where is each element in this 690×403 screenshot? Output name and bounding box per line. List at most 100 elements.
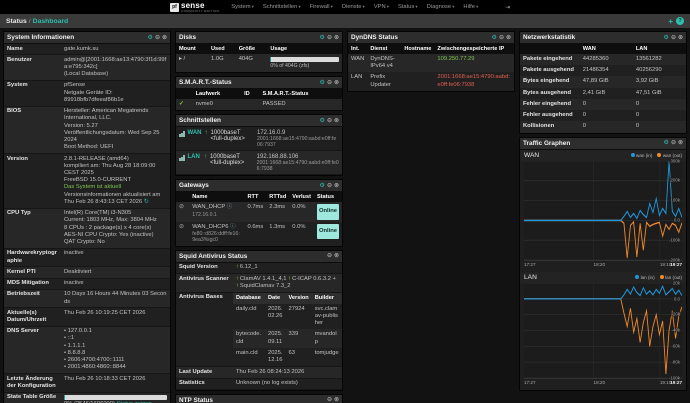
dashboard-content: System Informationen ⚙⊖⊗ Namegate.kumk.s… (0, 28, 690, 403)
panel-title: NTP Status (179, 397, 327, 403)
interface-name[interactable]: WAN (188, 130, 202, 136)
wrench-icon[interactable]: ⚙ (148, 35, 153, 41)
pfsense-logo[interactable]: pf sense COMMUNITY EDITION (170, 2, 219, 13)
series-out-dot (657, 153, 661, 157)
table-row: Bytes eingehend47,89 GiB3,92 GiB (520, 76, 686, 87)
table-row: DNS Server127.0.0.1::11.1.1.18.8.8.82606… (4, 327, 170, 374)
column-3: DynDNS Status ⚙⊖⊗ Int.DienstHostnameZwis… (347, 31, 515, 92)
table-row: State Table Größe0% (2546/1606000) Statu… (4, 393, 170, 403)
interface-row-lan: LAN ↑ 1000baseT <full-duplex> 192.168.88… (176, 151, 342, 175)
minimize-icon[interactable]: ⊖ (499, 35, 504, 41)
minimize-icon[interactable]: ⊖ (327, 183, 332, 189)
wrench-icon[interactable]: ⚙ (664, 35, 669, 41)
nav-item-label: Firewall (310, 4, 330, 10)
wrench-icon[interactable]: ⚙ (320, 80, 325, 86)
minimize-icon[interactable]: ⊖ (327, 118, 332, 124)
nav-item-label: System (231, 4, 250, 10)
close-icon[interactable]: ⊗ (506, 35, 511, 41)
wrench-icon[interactable]: ⚙ (320, 35, 325, 41)
table-row: Squid Version↑6.12_1 (176, 263, 342, 274)
minimize-icon[interactable]: ⊖ (671, 35, 676, 41)
wan-traffic-plot[interactable]: 300k200k100k0.0-100k-200k (524, 161, 682, 261)
table-row: Antivirus Bases DatabaseDateVersionBuild… (176, 293, 342, 368)
info-icon[interactable]: ⓘ (227, 204, 233, 210)
table-row: Kernel PTIDeaktiviert (4, 267, 170, 278)
close-icon[interactable]: ⊗ (162, 35, 167, 41)
close-icon[interactable]: ⊗ (678, 140, 683, 146)
status-badge: Online (317, 204, 339, 219)
table-row: ▸ / 1.0G404G 0% of 404G (zfs) (176, 54, 342, 72)
nav-item-label: VPN (374, 4, 386, 10)
table-row: Hardwarekryptographieinactive (4, 249, 170, 267)
minimize-icon[interactable]: ⊖ (327, 253, 332, 259)
wrench-icon[interactable]: ⚙ (664, 140, 669, 146)
nav-item-firewall[interactable]: Firewall▾ (310, 4, 333, 10)
status-badge: Online (317, 224, 339, 239)
add-widget-icon[interactable]: + (668, 17, 673, 26)
chevron-down-icon: ▾ (476, 4, 478, 9)
table-row: Letzte Änderung der KonfigurationThu Feb… (4, 374, 170, 392)
interface-addresses: 192.168.88.1062001:1668:ae15:4790:aabd:e… (257, 154, 339, 172)
table-row: daily.cld2026.02.2627924svc.clamav-publi… (233, 304, 342, 330)
wrench-icon[interactable]: ⚙ (320, 183, 325, 189)
minimize-icon[interactable]: ⊖ (155, 35, 160, 41)
wrench-icon[interactable]: ⚙ (492, 35, 497, 41)
close-icon[interactable]: ⊗ (334, 253, 339, 259)
info-icon[interactable]: ⓘ (230, 224, 236, 230)
series-out-dot (660, 275, 664, 279)
help-icon[interactable]: ? (676, 17, 684, 25)
state-table-progress-bar (64, 395, 167, 400)
close-icon[interactable]: ⊗ (334, 80, 339, 86)
nav-item-diagnostics[interactable]: Diagnose▾ (427, 4, 455, 10)
breadcrumb-page-link[interactable]: Dashboard (33, 18, 69, 25)
close-icon[interactable]: ⊗ (334, 183, 339, 189)
panel-title: Schnittstellen (179, 117, 320, 124)
update-arrow-icon: ↑ (236, 283, 239, 289)
panel-title: Netzwerkstatistik (523, 34, 664, 41)
graph-legend: wan (in) wan (out) (631, 153, 683, 158)
minimize-icon[interactable]: ⊖ (327, 35, 332, 41)
table-row: Namegate.kumk.su (4, 44, 170, 55)
table-row: LANPrefix Updater2001:1668:ae15:4790:aab… (348, 72, 514, 90)
interface-name[interactable]: LAN (188, 154, 201, 160)
network-bars-icon (179, 155, 185, 161)
wrench-icon[interactable]: ⚙ (320, 118, 325, 124)
table-row: Betriebszeit10 Days 16 Hours 44 Minutes … (4, 290, 170, 308)
nav-item-help[interactable]: Hilfe▾ (463, 4, 478, 10)
logo-subtitle: COMMUNITY EDITION (181, 10, 219, 13)
minimize-icon[interactable]: ⊖ (327, 80, 332, 86)
chevron-down-icon: ▾ (452, 4, 454, 9)
system-information-panel: System Informationen ⚙⊖⊗ Namegate.kumk.s… (3, 31, 171, 403)
expand-icon[interactable]: ▸ (179, 56, 182, 62)
minimize-icon[interactable]: ⊖ (671, 140, 676, 146)
chevron-down-icon: ▾ (331, 4, 333, 9)
table-row: Fehler ausgehend00 (520, 110, 686, 121)
interface-speed: 1000baseT <full-duplex> (210, 154, 254, 166)
dyndns-status-panel: DynDNS Status ⚙⊖⊗ Int.DienstHostnameZwis… (347, 31, 515, 92)
panel-title: System Informationen (7, 34, 148, 41)
network-statistics-panel: Netzwerkstatistik ⚙⊖⊗ WANLAN Pakete eing… (519, 31, 687, 134)
smart-status-panel: S.M.A.R.T.-Status ⚙⊖⊗ LaufwerkIDS.M.A.R.… (175, 76, 343, 111)
table-row: Aktuelle(s) Datum/UhrzeitThu Feb 26 10:1… (4, 308, 170, 326)
nav-item-vpn[interactable]: VPN▾ (374, 4, 389, 10)
close-icon[interactable]: ⊗ (334, 397, 339, 403)
table-row: ✓ nvme0PASSED (176, 99, 342, 110)
nav-item-status[interactable]: Status▾ (398, 4, 418, 10)
close-icon[interactable]: ⊗ (334, 118, 339, 124)
close-icon[interactable]: ⊗ (678, 35, 683, 41)
logout-icon[interactable]: ⇥ (505, 4, 510, 11)
network-bars-icon (179, 131, 185, 137)
series-in-dot (631, 153, 635, 157)
close-icon[interactable]: ⊗ (334, 35, 339, 41)
nav-item-interfaces[interactable]: Schnittstellen▾ (263, 4, 301, 10)
breadcrumb-section: Status (6, 18, 27, 25)
nav-item-system[interactable]: System▾ (231, 4, 254, 10)
x-axis-labels: 17:2718:2019:1019:27 (524, 379, 682, 388)
table-row: Pakete ausgehend2148635440256290 (520, 65, 686, 76)
lan-traffic-plot[interactable]: 20k0.0-20k-40k-60k-80k-100k (524, 283, 682, 379)
minimize-icon[interactable]: ⊖ (327, 397, 332, 403)
refresh-icon[interactable]: ↻ (144, 199, 149, 205)
nav-item-services[interactable]: Dienste▾ (342, 4, 365, 10)
table-row: BIOSHersteller: American Megatrends Inte… (4, 107, 170, 154)
link-up-icon: ↑ (204, 154, 207, 160)
